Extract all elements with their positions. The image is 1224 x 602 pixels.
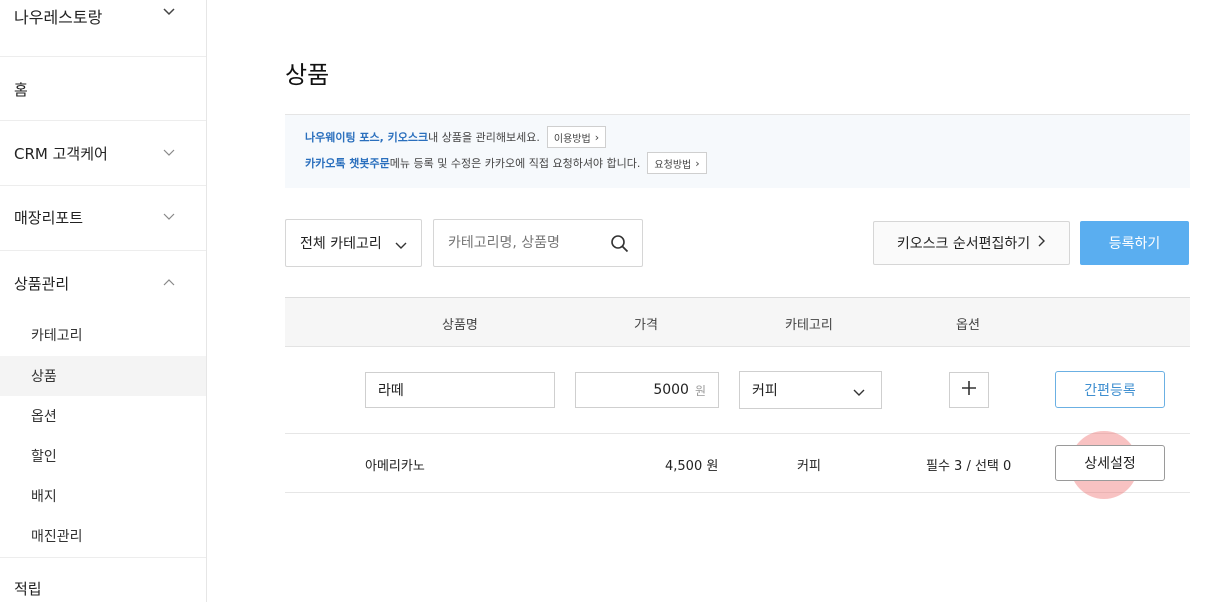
button-label: 상세설정: [1084, 456, 1136, 472]
sidebar-sub-badge[interactable]: 배지: [0, 476, 206, 516]
price-input[interactable]: 5000 원: [575, 372, 719, 408]
info-highlight: 카카오톡 챗봇주문: [305, 157, 390, 170]
category-select-value: 커피: [752, 383, 778, 399]
info-text: 내 상품을 관리해보세요.: [428, 131, 540, 144]
chevron-up-icon: [163, 278, 175, 290]
sidebar-sub-product[interactable]: 상품: [0, 356, 206, 396]
input-value: 라떼: [378, 383, 404, 399]
info-line-1: 나우웨이팅 포스, 키오스크 내 상품을 관리해보세요. 이용방법 ›: [305, 126, 607, 148]
chevron-down-icon: [163, 8, 175, 20]
product-name: 아메리카노: [365, 459, 425, 474]
store-selector[interactable]: 나우레스토랑: [0, 0, 206, 30]
table-row: 아메리카노 4,500 원 커피 필수 3 / 선택 0 상세설정: [285, 431, 1190, 499]
sidebar-sub-label: 옵션: [31, 409, 57, 425]
sidebar-item-label: 매장리포트: [14, 209, 84, 227]
chevron-down-icon: [853, 385, 865, 401]
sidebar: 나우레스토랑 홈 CRM 고객케어 매장리포트 상품관리 카테고리 상품 옵션: [0, 0, 207, 602]
product-category: 커피: [797, 459, 821, 474]
column-header-name: 상품명: [442, 318, 478, 333]
sidebar-sub-soldout[interactable]: 매진관리: [0, 516, 206, 556]
chevron-right-icon: [1038, 235, 1046, 251]
sidebar-sub-label: 카테고리: [31, 328, 83, 344]
button-label: 요청방법: [654, 159, 692, 171]
category-select[interactable]: 커피: [739, 371, 882, 409]
usage-guide-button[interactable]: 이용방법 ›: [546, 126, 607, 148]
register-button[interactable]: 등록하기: [1080, 221, 1189, 265]
sidebar-sub-option[interactable]: 옵션: [0, 396, 206, 436]
column-header-option: 옵션: [956, 318, 980, 333]
search-icon[interactable]: [610, 234, 630, 258]
kiosk-order-edit-button[interactable]: 키오스크 순서편집하기: [873, 221, 1070, 265]
info-banner: 나우웨이팅 포스, 키오스크 내 상품을 관리해보세요. 이용방법 › 카카오톡…: [285, 115, 1190, 188]
chevron-down-icon: [163, 149, 175, 161]
info-line-2: 카카오톡 챗봇주문 메뉴 등록 및 수정은 카카오에 직접 요청하셔야 합니다.…: [305, 152, 707, 174]
sidebar-item-label: CRM 고객케어: [14, 145, 108, 163]
column-header-category: 카테고리: [785, 318, 833, 333]
chevron-right-icon: ›: [594, 130, 600, 144]
info-text: 메뉴 등록 및 수정은 카카오에 직접 요청하셔야 합니다.: [389, 157, 641, 170]
product-price: 4,500 원: [665, 459, 719, 474]
product-options: 필수 3 / 선택 0: [926, 459, 1012, 474]
sidebar-item-points[interactable]: 적립: [0, 558, 206, 602]
button-label: 이용방법: [553, 133, 591, 145]
category-filter-value: 전체 카테고리: [300, 236, 382, 252]
sidebar-item-label: 상품관리: [14, 275, 70, 293]
sidebar-sub-label: 매진관리: [31, 529, 83, 545]
sidebar-sub-discount[interactable]: 할인: [0, 436, 206, 476]
chevron-down-icon: [163, 213, 175, 225]
quick-register-button[interactable]: 간편등록: [1055, 371, 1165, 408]
plus-icon: [961, 380, 977, 400]
table-header: 상품명 가격 카테고리 옵션: [285, 297, 1190, 347]
product-name-input[interactable]: 라떼: [365, 372, 555, 408]
sidebar-item-crm[interactable]: CRM 고객케어: [0, 121, 206, 185]
price-unit: 원: [694, 383, 706, 398]
column-header-price: 가격: [634, 318, 658, 333]
add-option-button[interactable]: [949, 372, 989, 408]
store-name: 나우레스토랑: [14, 8, 103, 27]
request-guide-button[interactable]: 요청방법 ›: [647, 152, 707, 174]
sidebar-sub-label: 할인: [31, 449, 57, 465]
sidebar-item-label: 적립: [14, 580, 42, 598]
sidebar-sub-label: 배지: [31, 489, 57, 505]
sidebar-sub-label: 상품: [31, 369, 57, 385]
detail-settings-button[interactable]: 상세설정: [1055, 445, 1165, 481]
button-label: 키오스크 순서편집하기: [896, 236, 1031, 252]
sidebar-item-product-mgmt[interactable]: 상품관리: [0, 251, 206, 315]
sidebar-sub-category[interactable]: 카테고리: [0, 315, 206, 355]
sidebar-item-home[interactable]: 홈: [0, 57, 206, 119]
chevron-right-icon: ›: [695, 156, 700, 170]
sidebar-item-report[interactable]: 매장리포트: [0, 186, 206, 250]
search-box: [433, 219, 643, 267]
category-filter-select[interactable]: 전체 카테고리: [285, 219, 422, 267]
sidebar-item-label: 홈: [14, 81, 28, 99]
input-value: 5000: [653, 382, 689, 398]
search-input[interactable]: [434, 220, 604, 266]
page-title: 상품: [285, 61, 330, 89]
quick-add-row: 라떼 5000 원 커피 간편등록: [285, 348, 1190, 434]
chevron-down-icon: [395, 238, 407, 254]
info-highlight: 나우웨이팅 포스, 키오스크: [305, 131, 429, 144]
